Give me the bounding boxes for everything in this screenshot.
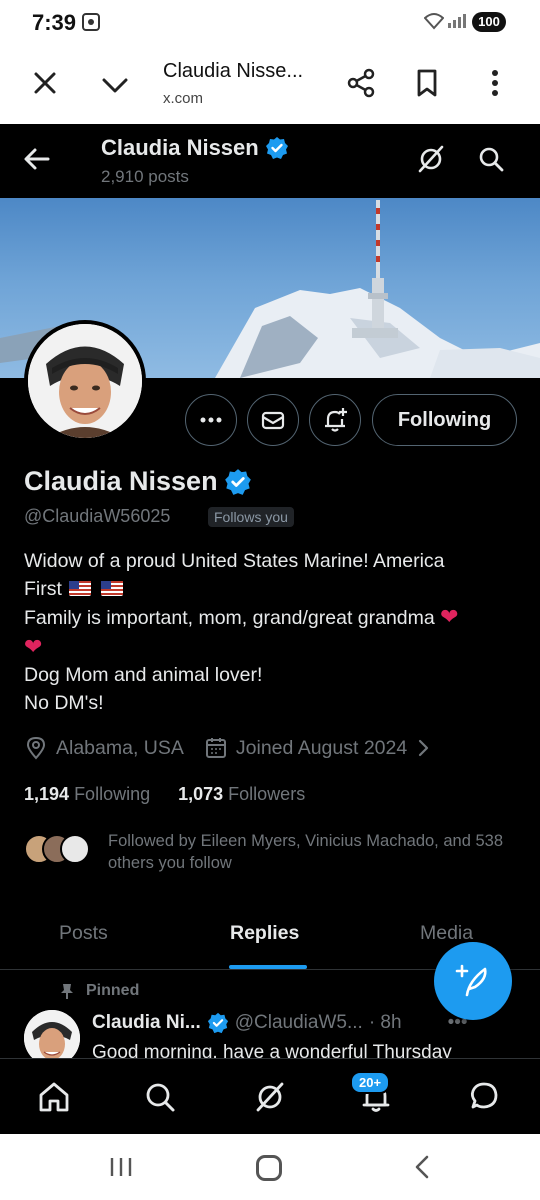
us-flag-icon: [69, 580, 92, 596]
profile-name-row: Claudia Nissen: [24, 466, 252, 497]
compose-button[interactable]: [434, 942, 512, 1020]
grok-icon[interactable]: [414, 142, 448, 176]
bio-line-hearts: Family is important, mom, grand/great gr…: [24, 604, 459, 659]
wifi-icon: [423, 12, 445, 35]
us-flag-icon: [100, 580, 123, 596]
back-arrow-icon[interactable]: [20, 142, 54, 176]
bio-line-flags: First: [24, 576, 520, 604]
browser-page-title: Claudia Nisse...: [163, 60, 304, 82]
active-tab-indicator: [229, 965, 307, 969]
recents-icon[interactable]: [108, 1156, 134, 1178]
ellipsis-icon: [200, 417, 222, 423]
following-stat[interactable]: 1,194 Following: [24, 784, 150, 805]
battery-indicator: 100: [472, 12, 506, 32]
status-bar: 7:39 100: [0, 0, 540, 44]
verified-badge-icon[interactable]: [224, 468, 252, 496]
followed-by-text: Followed by Eileen Myers, Vinicius Macha…: [108, 832, 503, 872]
tab-media[interactable]: Media: [420, 922, 473, 945]
bio-line: No DM's!: [24, 691, 104, 714]
home-icon[interactable]: [36, 1079, 72, 1115]
profile-avatar[interactable]: [24, 320, 146, 442]
header-name-row: Claudia Nissen: [101, 135, 289, 161]
profile-topbar: Claudia Nissen 2,910 posts: [0, 124, 540, 198]
tweet-text[interactable]: Good morning, have a wonderful Thursday: [92, 1042, 512, 1058]
verified-badge-icon: [265, 137, 288, 159]
message-button[interactable]: [247, 394, 299, 446]
follower-avatars: [24, 834, 94, 866]
heart-icon: ❤: [24, 633, 43, 659]
pinned-label: Pinned: [86, 982, 140, 999]
close-icon[interactable]: [28, 66, 62, 100]
status-time: 7:39: [32, 10, 77, 35]
heart-icon: ❤: [440, 604, 459, 629]
location-pin-icon: [26, 736, 46, 760]
avatar: [60, 834, 90, 864]
header-post-count: 2,910 posts: [101, 167, 189, 186]
envelope-icon: [261, 411, 285, 430]
messages-icon[interactable]: [466, 1079, 502, 1115]
feather-plus-icon: [455, 964, 487, 997]
search-icon[interactable]: [474, 142, 508, 176]
bio-line: Dog Mom and animal lover!: [24, 664, 263, 686]
tweet-time: · 8h: [368, 1012, 402, 1033]
browser-toolbar: Claudia Nisse... x.com: [0, 44, 540, 124]
grok-icon[interactable]: [252, 1079, 288, 1115]
notifications-badge: 20+: [350, 1071, 391, 1094]
header-name: Claudia Nissen: [101, 135, 259, 160]
tweet-author-handle: @ClaudiaW5...: [234, 1012, 363, 1033]
profile-bio: Widow of a proud United States Marine! A…: [24, 548, 520, 717]
notify-button[interactable]: [309, 394, 361, 446]
search-icon[interactable]: [142, 1079, 178, 1115]
system-navigation: [0, 1134, 540, 1200]
more-vert-icon[interactable]: [478, 66, 512, 100]
calendar-icon: [205, 738, 226, 758]
screen-record-icon: [82, 13, 100, 31]
profile-name: Claudia Nissen: [24, 466, 218, 496]
tweet-author-name[interactable]: Claudia Ni...: [92, 1012, 201, 1034]
bookmark-icon[interactable]: [410, 66, 444, 100]
followers-stat[interactable]: 1,073 Followers: [178, 784, 305, 805]
profile-handle: @ClaudiaW56025: [24, 506, 171, 526]
home-button-icon[interactable]: [256, 1155, 282, 1181]
signal-icon: [448, 12, 466, 28]
browser-url: x.com: [163, 90, 204, 107]
share-icon[interactable]: [344, 66, 378, 100]
tab-posts[interactable]: Posts: [59, 922, 108, 945]
bottom-navigation: 20+: [0, 1058, 540, 1134]
bio-line: Widow of a proud United States Marine! A…: [24, 550, 445, 572]
follows-you-badge: Follows you: [208, 507, 294, 527]
tab-replies[interactable]: Replies: [230, 922, 299, 945]
verified-badge-icon: [207, 1012, 228, 1034]
follow-stats: 1,194 Following 1,073 Followers: [24, 784, 305, 805]
profile-meta: Alabama, USA Joined August 2024: [24, 736, 433, 760]
bell-plus-icon: [325, 408, 347, 432]
tweet-header: Claudia Ni... @ClaudiaW5... · 8h •••: [92, 1012, 468, 1034]
following-button[interactable]: Following: [372, 394, 517, 446]
chevron-down-icon[interactable]: [98, 68, 132, 102]
more-options-button[interactable]: [185, 394, 237, 446]
pinned-label-row: Pinned: [58, 982, 139, 1000]
profile-joined: Joined August 2024: [235, 736, 408, 759]
pin-icon: [61, 984, 73, 999]
back-icon[interactable]: [410, 1154, 436, 1180]
chevron-right-icon[interactable]: [413, 738, 433, 758]
profile-location: Alabama, USA: [56, 736, 184, 759]
